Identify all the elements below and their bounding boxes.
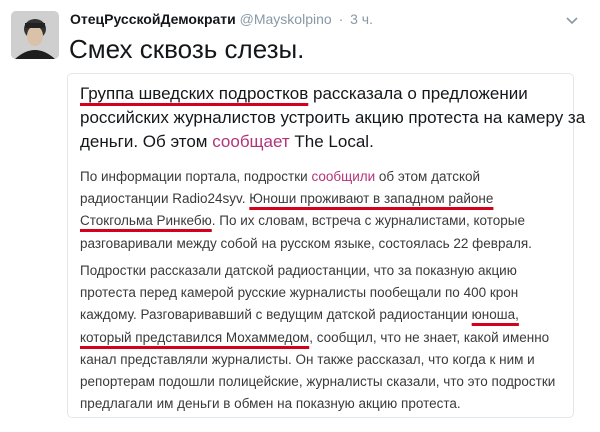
avatar[interactable] bbox=[11, 11, 59, 59]
article-lead: Группа шведских подростков рассказала о … bbox=[80, 82, 586, 154]
source-link[interactable]: сообщили bbox=[311, 169, 375, 184]
paragraph-text: По информации портала, подростки bbox=[80, 169, 312, 184]
paragraph-text: об этом датской bbox=[375, 169, 481, 184]
chevron-down-icon[interactable] bbox=[566, 12, 578, 28]
avatar-portrait bbox=[11, 11, 59, 59]
tweet-text: Смех сквозь слезы. bbox=[69, 34, 305, 64]
tweet-header: ОтецРусскойДемократи @Mayskolpino · 3 ч. bbox=[70, 11, 580, 31]
paragraph-text: . По их словам, встреча с журналистами, … bbox=[211, 213, 525, 229]
underlined-text: который представился Мохаммедом bbox=[80, 329, 310, 345]
underlined-text: юноша, bbox=[471, 307, 519, 323]
paragraph-text: каждому. Разговаривавший с ведущим датск… bbox=[80, 307, 472, 323]
separator-dot: · bbox=[338, 11, 344, 27]
paragraph-text: Подростки рассказали датской радиостанци… bbox=[80, 263, 517, 278]
article-paragraph: Подростки рассказали датской радиостанци… bbox=[80, 260, 565, 415]
lead-text: рассказала о предложении bbox=[308, 84, 528, 103]
lead-text: российских журналистов устроить акцию пр… bbox=[80, 108, 586, 127]
paragraph-text: разговаривали между собой на русском язы… bbox=[80, 235, 532, 251]
paragraph-text: канал представляли журналисты. Он также … bbox=[80, 351, 535, 367]
paragraph-text: предлагали им деньги в обмен на показную… bbox=[80, 396, 461, 412]
source-link[interactable]: сообщает bbox=[212, 132, 289, 151]
underlined-text: Юноши проживают в западном районе bbox=[249, 191, 494, 207]
lead-text: деньги. Об этом bbox=[80, 132, 213, 151]
article-paragraph: По информации портала, подростки сообщил… bbox=[80, 166, 565, 255]
paragraph-text: , сообщил, что не знает, какой именно bbox=[309, 329, 550, 345]
attached-image-card[interactable]: Группа шведских подростков рассказала о … bbox=[67, 73, 586, 418]
paragraph-text: репортерам подошли полицейские, журналис… bbox=[80, 374, 556, 390]
paragraph-text: протеста перед камерой русские журналист… bbox=[80, 285, 519, 301]
underlined-text: Группа шведских подростков bbox=[80, 84, 309, 103]
author-name[interactable]: ОтецРусскойДемократи bbox=[70, 11, 236, 27]
lead-text: The Local. bbox=[289, 132, 374, 151]
underlined-text: Стокгольма Ринкебю bbox=[80, 213, 212, 229]
tweet-time[interactable]: 3 ч. bbox=[350, 11, 373, 27]
paragraph-text: радиостанции Radio24syv. bbox=[80, 191, 250, 207]
author-handle[interactable]: @Mayskolpino bbox=[240, 11, 332, 27]
